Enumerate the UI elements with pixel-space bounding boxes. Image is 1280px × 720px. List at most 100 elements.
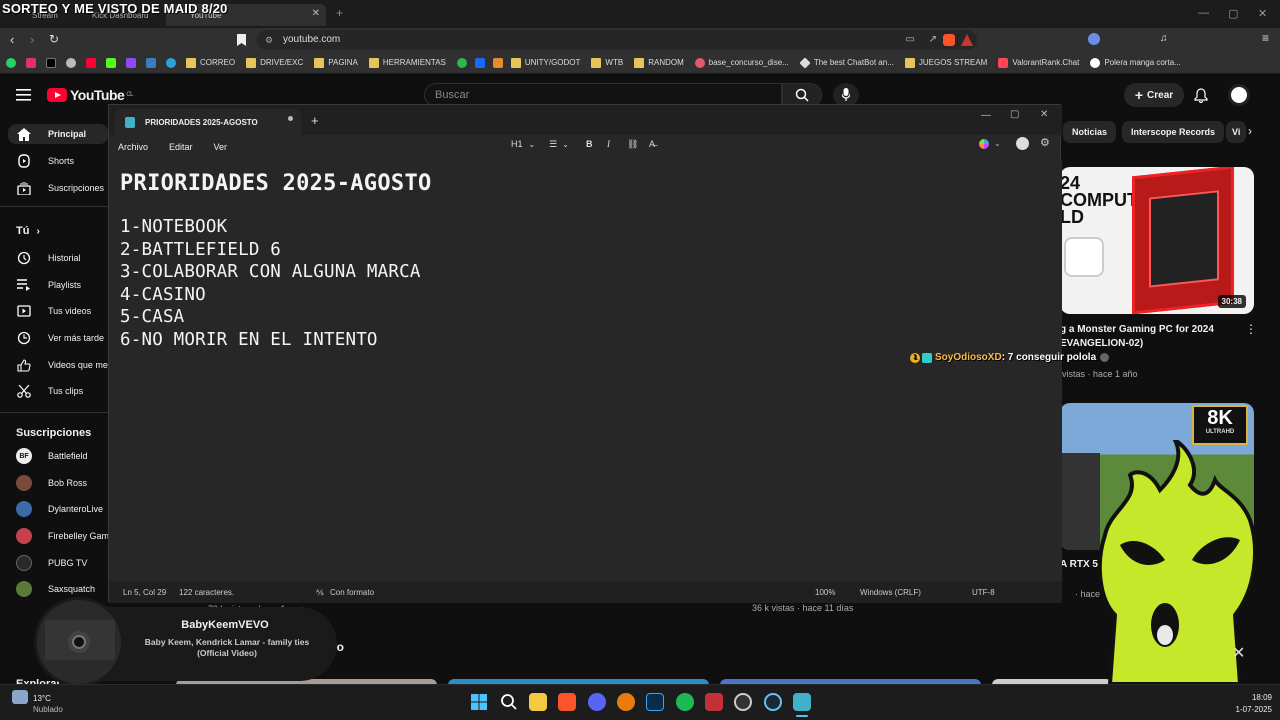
windows-start-icon[interactable] — [470, 693, 488, 711]
menu-ver[interactable]: Ver — [214, 142, 228, 152]
bookmark-item[interactable]: WTB — [591, 57, 623, 68]
more-options-icon[interactable]: ⋮ — [1245, 322, 1257, 336]
line-ending[interactable]: Windows (CRLF) — [860, 588, 921, 597]
back-icon[interactable]: ‹ — [10, 32, 14, 47]
brave-shields-icon[interactable] — [943, 34, 955, 46]
clear-format-button[interactable]: A̶ — [649, 139, 655, 149]
filter-chip-interscope[interactable]: Interscope Records — [1122, 121, 1225, 143]
bookmark-item[interactable]: HERRAMIENTAS — [368, 57, 446, 68]
account-icon[interactable] — [1016, 137, 1029, 150]
bookmark-item[interactable]: The best ChatBot an... — [799, 56, 894, 69]
spotify-icon[interactable] — [676, 693, 694, 711]
create-button[interactable]: + Crear — [1124, 83, 1184, 107]
obs-icon[interactable] — [734, 693, 752, 711]
gear-icon[interactable]: ⚙ — [1040, 136, 1050, 149]
heading-dropdown[interactable]: H1 ⌄ — [511, 139, 535, 149]
site-settings-icon[interactable]: ⚙ — [265, 30, 273, 50]
sidebar-item-tus-videos[interactable]: Tus videos — [16, 301, 108, 321]
weather-temp[interactable]: 13°C — [33, 694, 51, 703]
filter-chip-more[interactable]: Vi — [1226, 121, 1246, 143]
maximize-icon[interactable]: ▢ — [1228, 7, 1238, 20]
close-tab-icon[interactable]: ✕ — [312, 8, 320, 19]
new-tab-icon[interactable]: + — [311, 113, 319, 128]
bookmark-item[interactable]: UNITY/GODOT — [510, 57, 580, 68]
bookmark-item[interactable]: ValorantRank.Chat — [998, 57, 1079, 68]
maximize-icon[interactable]: ▢ — [1010, 109, 1019, 120]
share-icon[interactable]: ↗ — [929, 30, 937, 50]
close-window-icon[interactable]: ✕ — [1258, 7, 1267, 20]
notepad-tab[interactable]: PRIORIDADES 2025-AGOSTO — [115, 109, 301, 135]
user-avatar[interactable] — [1228, 84, 1250, 106]
chevron-down-icon[interactable]: ⌄ — [994, 139, 1001, 148]
behance-icon[interactable] — [474, 57, 485, 68]
cursor-position[interactable]: Ln 5, Col 29 — [123, 588, 166, 597]
sidebar-item-ver-mas-tarde[interactable]: Ver más tarde — [16, 328, 108, 348]
sidebar-sub-saxsquatch[interactable]: Saxsquatch — [16, 579, 108, 599]
list-dropdown[interactable]: ☰ ⌄ — [549, 139, 569, 150]
profile-icon[interactable] — [1088, 33, 1100, 45]
minimize-icon[interactable]: — — [981, 110, 991, 121]
photoshop-icon[interactable] — [646, 693, 664, 711]
sidebar-item-shorts[interactable]: Shorts — [16, 151, 108, 171]
url-field[interactable]: ⚙ youtube.com ▭ ↗ — [257, 30, 977, 50]
copilot-icon[interactable] — [979, 139, 989, 149]
bold-button[interactable]: B — [586, 139, 593, 149]
sidebar-sub-battlefield[interactable]: BF Battlefield — [16, 446, 108, 466]
zoom-level[interactable]: 100% — [815, 588, 835, 597]
blender-icon[interactable] — [617, 693, 635, 711]
sidebar-sub-pubg-tv[interactable]: PUBG TV — [16, 553, 108, 573]
video-thumbnail[interactable]: 24 COMPUTER LD 30:38 — [1060, 167, 1254, 314]
chevron-right-icon[interactable]: › — [1248, 124, 1252, 138]
bookmark-item[interactable]: CORREO — [186, 57, 235, 68]
sidebar-item-tus-clips[interactable]: Tus clips — [16, 381, 108, 401]
sidebar-item-playlists[interactable]: Playlists — [16, 275, 108, 295]
sidebar-sub-dylanterolive[interactable]: DylanteroLive — [16, 499, 108, 519]
encoding[interactable]: UTF-8 — [972, 588, 995, 597]
instagram-icon[interactable] — [26, 57, 36, 68]
whatsapp-icon[interactable] — [6, 57, 16, 68]
cast-icon[interactable]: ▭ — [906, 30, 915, 50]
forward-icon[interactable]: › — [30, 32, 34, 47]
bookmark-item[interactable]: base_concurso_dise... — [694, 57, 789, 68]
fiverr-icon[interactable] — [456, 57, 467, 68]
file-explorer-icon[interactable] — [529, 693, 547, 711]
close-overlay-icon[interactable]: ✕ — [1232, 643, 1245, 663]
brave-rewards-icon[interactable] — [961, 34, 973, 46]
valorant-app-icon[interactable] — [705, 693, 723, 711]
steam-icon[interactable] — [764, 693, 782, 711]
video-title[interactable]: g a Monster Gaming PC for 2024 EVANGELIO… — [1060, 323, 1246, 351]
filter-chip-noticias[interactable]: Noticias — [1063, 121, 1117, 143]
format-mode[interactable]: Con formato — [330, 588, 374, 597]
sidebar-item-suscripciones[interactable]: Suscripciones — [16, 178, 108, 198]
youtube-logo[interactable]: YouTube CL — [47, 87, 133, 103]
notepad-editor[interactable]: PRIORIDADES 2025-AGOSTO 1-NOTEBOOK 2-BAT… — [109, 159, 1062, 581]
notifications-bell-icon[interactable] — [1194, 88, 1208, 103]
italic-button[interactable]: I — [607, 139, 610, 149]
sidebar-item-historial[interactable]: Historial — [16, 248, 108, 268]
telegram-icon[interactable] — [166, 57, 176, 68]
link-button[interactable]: ⛓ — [627, 139, 638, 150]
sidebar-item-principal[interactable]: Principal — [8, 124, 108, 144]
bookmark-app-icon[interactable] — [492, 57, 503, 68]
bookmark-item[interactable]: RANDOM — [634, 57, 684, 68]
twitch-icon[interactable] — [126, 57, 136, 68]
bookmark-item[interactable]: PAGINA — [314, 57, 358, 68]
bookmark-item[interactable]: Polera manga corta... — [1090, 57, 1181, 68]
sidebar-item-videos-que-me-gustan[interactable]: Videos que me gustan — [16, 355, 108, 375]
clock-time[interactable]: 18:09 — [1222, 693, 1272, 702]
youtube-icon[interactable] — [86, 57, 96, 68]
minimize-icon[interactable]: — — [1198, 7, 1209, 19]
bookmark-icon[interactable] — [237, 34, 246, 46]
clock-date[interactable]: 1-07-2025 — [1222, 705, 1272, 714]
menu-editar[interactable]: Editar — [169, 142, 193, 152]
kick-icon[interactable] — [106, 57, 116, 68]
menu-icon[interactable]: ≡ — [1262, 31, 1269, 45]
paypal-icon[interactable] — [146, 57, 156, 68]
bookmark-item[interactable]: DRIVE/EXC — [246, 57, 303, 68]
brave-browser-icon[interactable] — [558, 693, 576, 711]
sidebar-you-heading[interactable]: Tú › — [16, 225, 40, 237]
x-icon[interactable] — [46, 57, 56, 68]
close-window-icon[interactable]: ✕ — [1040, 109, 1048, 120]
hamburger-menu-icon[interactable] — [16, 89, 31, 101]
apple-icon[interactable] — [66, 57, 76, 68]
